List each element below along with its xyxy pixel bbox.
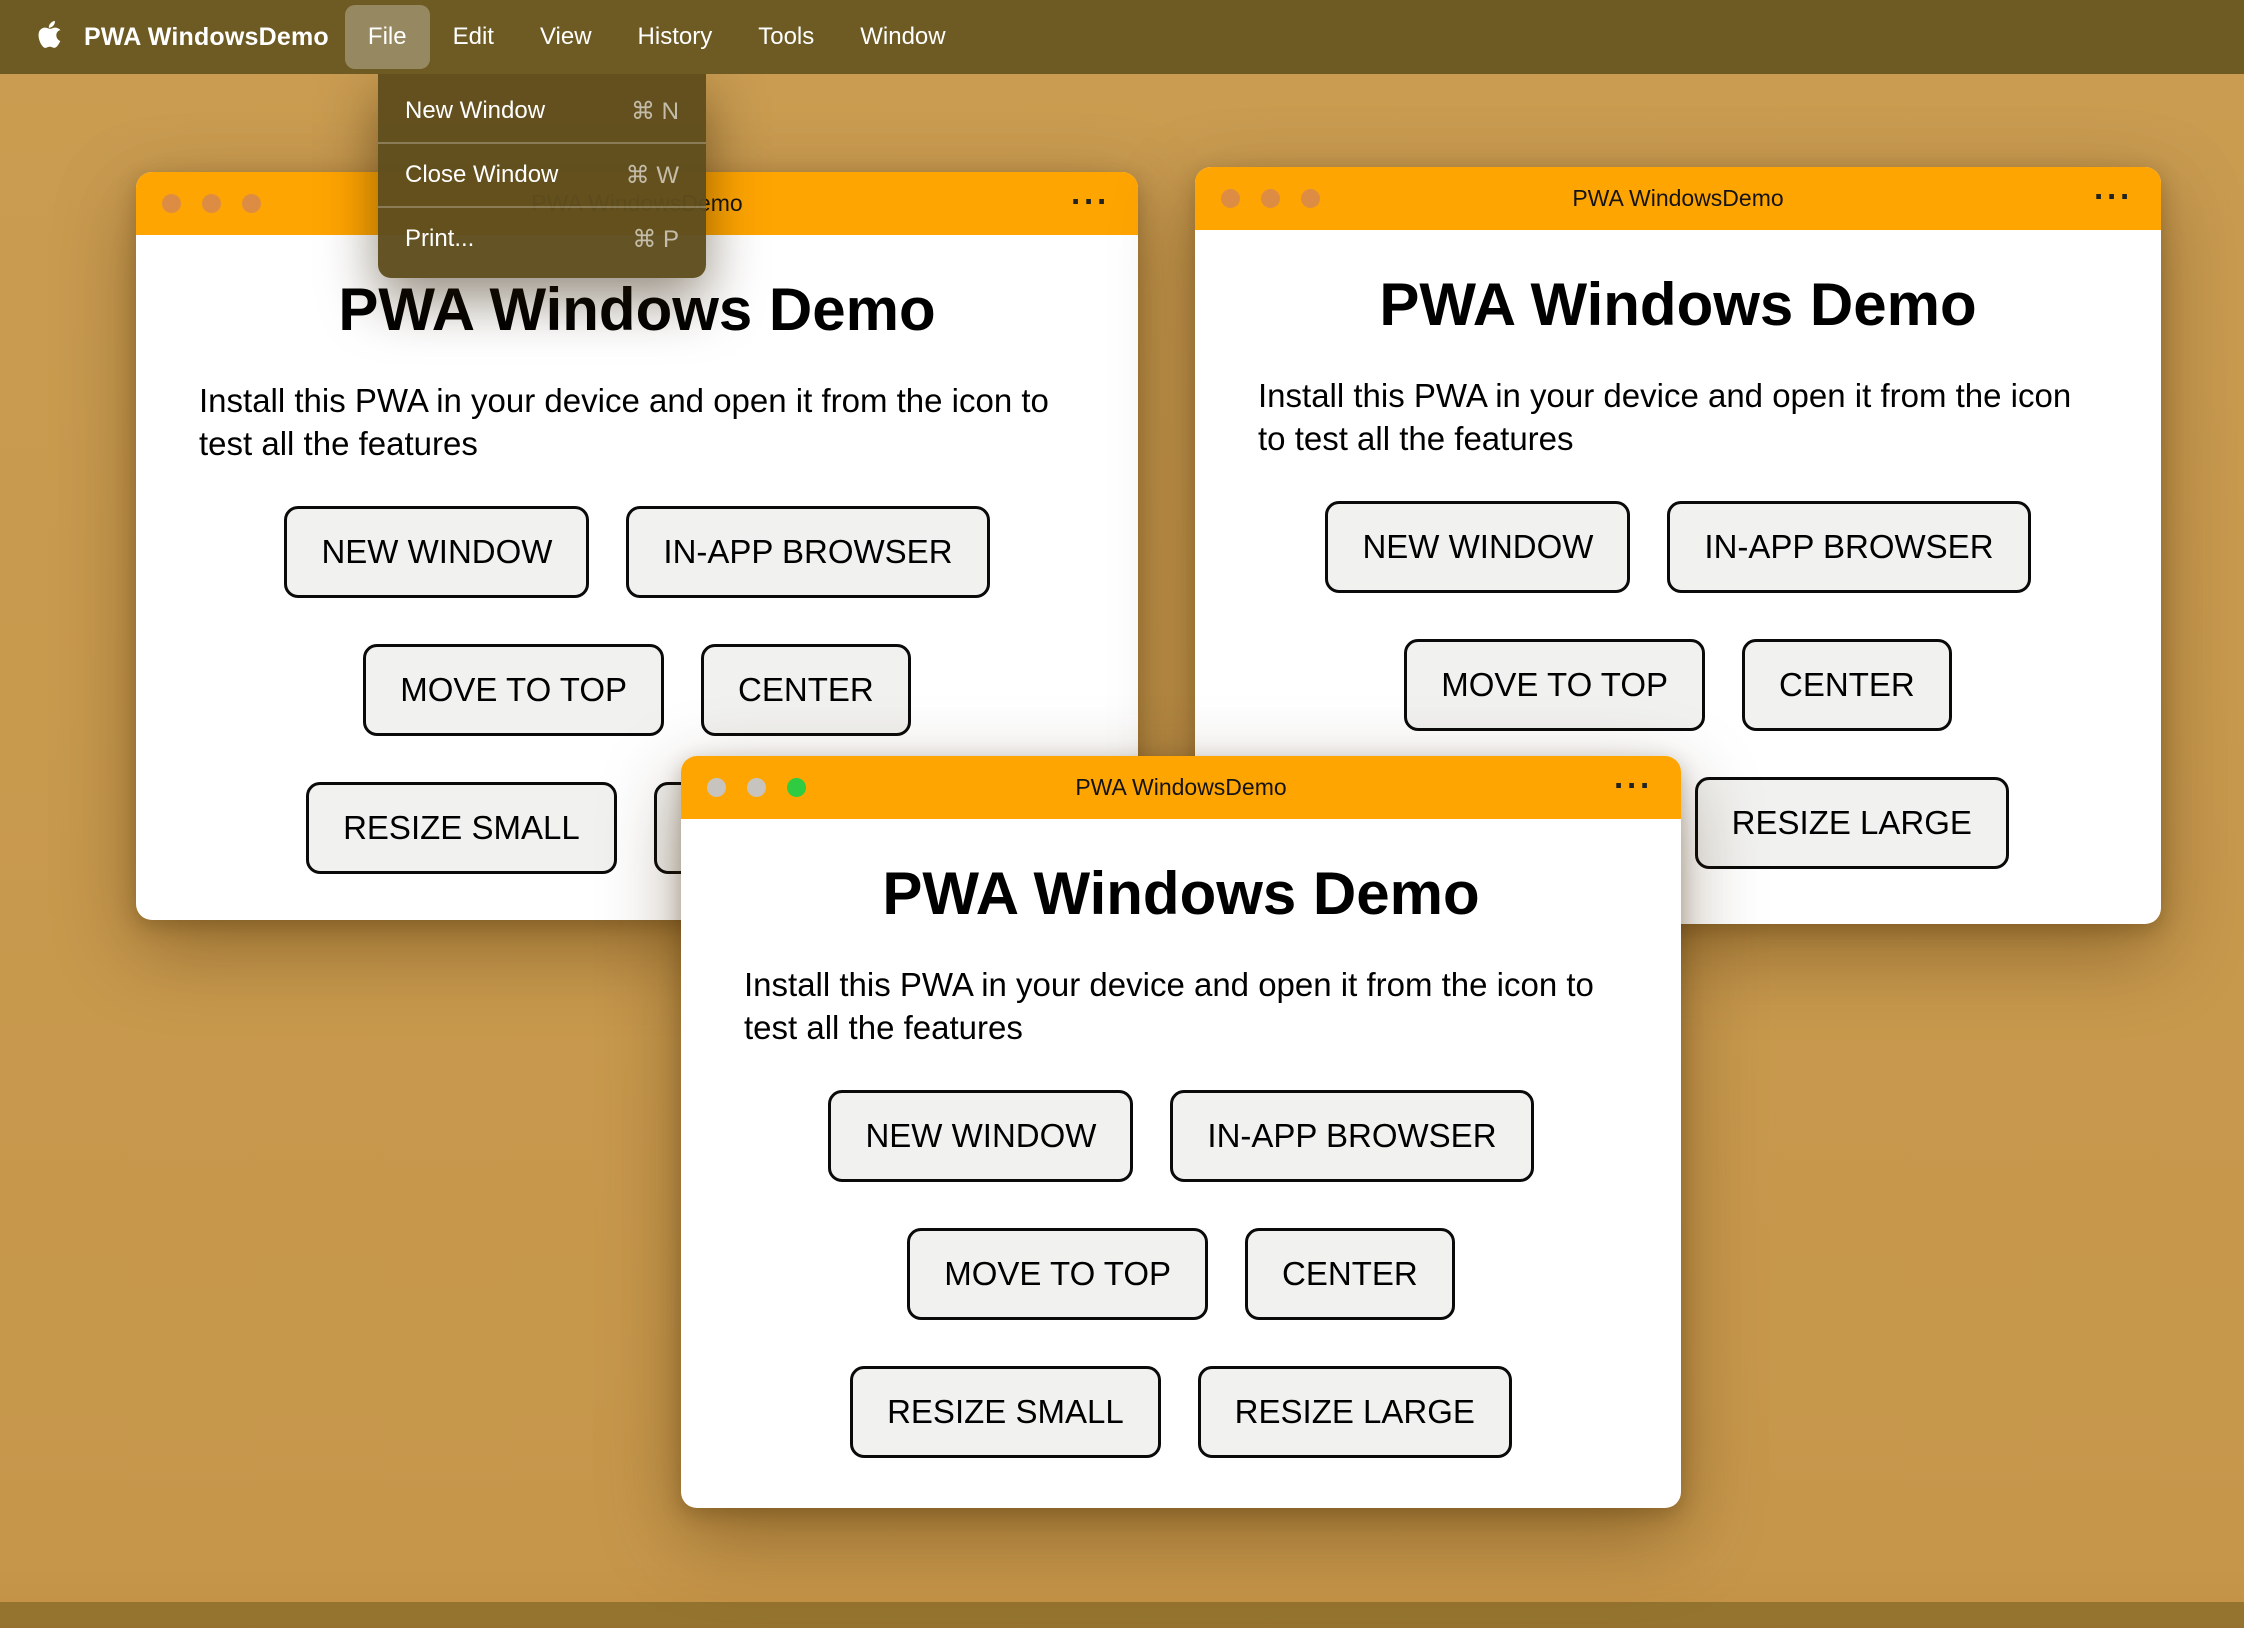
window-title: PWA WindowsDemo xyxy=(1075,774,1287,800)
traffic-lights xyxy=(136,194,261,213)
menubar-app-name[interactable]: PWA WindowsDemo xyxy=(84,23,329,52)
minimize-button[interactable] xyxy=(747,778,766,797)
overflow-menu-button[interactable]: ··· xyxy=(1614,766,1653,804)
file-dropdown-menu: New Window ⌘ N Close Window ⌘ W Print...… xyxy=(378,74,706,278)
resize-large-button[interactable]: RESIZE LARGE xyxy=(1197,1365,1512,1458)
apple-icon xyxy=(37,20,63,55)
menu-edit[interactable]: Edit xyxy=(430,5,517,69)
menu-tools[interactable]: Tools xyxy=(735,5,837,69)
close-button[interactable] xyxy=(162,194,181,213)
close-button[interactable] xyxy=(707,778,726,797)
page-description: Install this PWA in your device and open… xyxy=(1258,377,2072,457)
page-description: Install this PWA in your device and open… xyxy=(744,966,1594,1046)
center-button[interactable]: CENTER xyxy=(701,643,911,736)
minimize-button[interactable] xyxy=(202,194,221,213)
zoom-button[interactable] xyxy=(1301,189,1320,208)
overflow-menu-button[interactable]: ··· xyxy=(2094,177,2133,215)
overflow-menu-button[interactable]: ··· xyxy=(1071,182,1110,220)
menu-item-print[interactable]: Print... ⌘ P xyxy=(378,208,706,270)
menu-view[interactable]: View xyxy=(517,5,615,69)
zoom-button[interactable] xyxy=(242,194,261,213)
menu-item-close-window[interactable]: Close Window ⌘ W xyxy=(378,144,706,206)
center-button[interactable]: CENTER xyxy=(1245,1227,1455,1320)
window-titlebar[interactable]: PWA WindowsDemo ··· xyxy=(681,756,1681,819)
menu-history[interactable]: History xyxy=(615,5,736,69)
resize-large-button[interactable]: RESIZE LARGE xyxy=(1694,776,2009,869)
in-app-browser-button[interactable]: IN-APP BROWSER xyxy=(626,505,990,598)
move-to-top-button[interactable]: MOVE TO TOP xyxy=(907,1227,1209,1320)
menu-item-label: New Window xyxy=(405,97,546,124)
new-window-button[interactable]: NEW WINDOW xyxy=(284,505,590,598)
move-to-top-button[interactable]: MOVE TO TOP xyxy=(363,643,665,736)
resize-small-button[interactable]: RESIZE SMALL xyxy=(850,1365,1161,1458)
in-app-browser-button[interactable]: IN-APP BROWSER xyxy=(1667,500,2031,593)
menu-window[interactable]: Window xyxy=(837,5,968,69)
menu-item-new-window[interactable]: New Window ⌘ N xyxy=(378,80,706,142)
menu-item-shortcut: ⌘ P xyxy=(632,225,679,253)
window-content: PWA Windows Demo Install this PWA in you… xyxy=(681,819,1681,1458)
window-title: PWA WindowsDemo xyxy=(1572,185,1784,211)
menu-item-label: Close Window xyxy=(405,161,559,188)
menu-item-label: Print... xyxy=(405,225,475,252)
menu-item-shortcut: ⌘ N xyxy=(631,97,679,125)
zoom-button[interactable] xyxy=(787,778,806,797)
window-titlebar[interactable]: PWA WindowsDemo ··· xyxy=(1195,167,2161,230)
page-title: PWA Windows Demo xyxy=(338,276,936,343)
in-app-browser-button[interactable]: IN-APP BROWSER xyxy=(1170,1089,1534,1182)
menu-bar: PWA WindowsDemo File Edit View History T… xyxy=(0,0,2244,74)
page-title: PWA Windows Demo xyxy=(882,860,1480,927)
page-description: Install this PWA in your device and open… xyxy=(199,382,1049,462)
resize-small-button[interactable]: RESIZE SMALL xyxy=(306,781,617,874)
menu-file[interactable]: File xyxy=(344,5,430,69)
traffic-lights xyxy=(1195,189,1320,208)
traffic-lights xyxy=(681,778,806,797)
new-window-button[interactable]: NEW WINDOW xyxy=(828,1089,1134,1182)
new-window-button[interactable]: NEW WINDOW xyxy=(1325,500,1631,593)
center-button[interactable]: CENTER xyxy=(1742,638,1952,731)
close-button[interactable] xyxy=(1221,189,1240,208)
minimize-button[interactable] xyxy=(1261,189,1280,208)
apple-menu[interactable] xyxy=(28,20,72,55)
move-to-top-button[interactable]: MOVE TO TOP xyxy=(1404,638,1706,731)
pwa-window-front[interactable]: PWA WindowsDemo ··· PWA Windows Demo Ins… xyxy=(681,756,1681,1508)
page-title: PWA Windows Demo xyxy=(1379,271,1977,338)
menu-item-shortcut: ⌘ W xyxy=(625,161,679,189)
